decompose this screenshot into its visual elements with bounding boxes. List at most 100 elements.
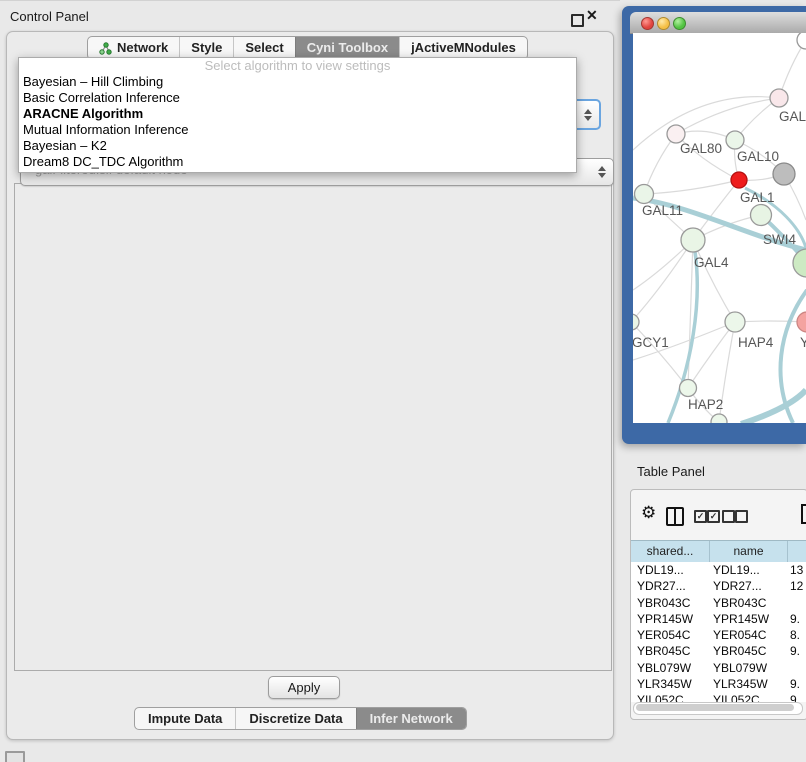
network-canvas[interactable]: GAL GAL80 GAL10 GAL1 GAL11 SWI4 GAL4 GCY… (633, 33, 806, 423)
cell[interactable]: YBR043C (631, 595, 709, 611)
zoom-traffic-light[interactable] (673, 17, 686, 30)
tab-network[interactable]: Network (88, 37, 179, 59)
minimize-traffic-light[interactable] (657, 17, 670, 30)
cell[interactable]: 12 (786, 578, 806, 594)
network-node-gal4[interactable] (681, 228, 705, 252)
cell[interactable]: YPR145W (631, 611, 709, 627)
close-traffic-light[interactable] (641, 17, 654, 30)
table-panel-title: Table Panel (637, 464, 705, 479)
cell[interactable]: YBL079W (709, 660, 786, 676)
table-hscrollbar[interactable] (633, 702, 803, 715)
cell[interactable]: YBR045C (709, 643, 786, 659)
tab-jactivemnodules[interactable]: jActiveMNodules (399, 37, 527, 59)
select-all-checkbox-icon[interactable]: ✓ (694, 510, 707, 523)
algorithm-dropdown-popup: Select algorithm to view settings Bayesi… (18, 57, 577, 173)
dropdown-item[interactable]: Basic Correlation Inference (19, 90, 576, 106)
cell[interactable]: YER054C (631, 627, 709, 643)
cell[interactable]: YPR145W (709, 611, 786, 627)
cell[interactable]: YDL19... (709, 562, 786, 578)
dropdown-item[interactable]: Bayesian – K2 (19, 138, 576, 154)
dropdown-placeholder: Select algorithm to view settings (19, 58, 576, 74)
network-node-hap2[interactable] (680, 380, 697, 397)
cell[interactable]: YER054C (709, 627, 786, 643)
cell[interactable] (786, 595, 806, 611)
cell[interactable]: 9. (786, 676, 806, 692)
cell[interactable]: YIL052C (631, 692, 709, 702)
screen: Control Panel ✕ Network Style Select Cyn… (0, 0, 806, 762)
node-label: HAP2 (688, 397, 723, 412)
cell[interactable]: YDL19... (631, 562, 709, 578)
cell[interactable]: YDR27... (631, 578, 709, 594)
table-row[interactable]: YBR045CYBR045C9. (631, 643, 806, 659)
network-node[interactable] (711, 414, 727, 423)
table-row[interactable]: YLR345WYLR345W9. (631, 676, 806, 692)
column-header-cutoff[interactable] (787, 541, 806, 562)
network-node-gal11[interactable] (635, 185, 654, 204)
cell[interactable]: YDR27... (709, 578, 786, 594)
tab-cyni-toolbox[interactable]: Cyni Toolbox (295, 37, 399, 59)
cell[interactable]: 9. (786, 611, 806, 627)
dropdown-item-selected[interactable]: ARACNE Algorithm (19, 106, 576, 122)
tab-style[interactable]: Style (179, 37, 233, 59)
table-row[interactable]: YIL052CYIL052C9. (631, 692, 806, 702)
minimized-panel-icon[interactable] (5, 751, 25, 762)
table-row[interactable]: YER054CYER054C8. (631, 627, 806, 643)
select-all-checkbox-icon[interactable]: ✓ (707, 510, 720, 523)
columns-icon[interactable] (666, 507, 684, 526)
cell[interactable]: YBR045C (631, 643, 709, 659)
tab-label: jActiveMNodules (411, 37, 516, 59)
cell[interactable]: YBL079W (631, 660, 709, 676)
network-node[interactable] (793, 249, 806, 277)
network-graph: GAL GAL80 GAL10 GAL1 GAL11 SWI4 GAL4 GCY… (633, 33, 806, 423)
deselect-all-checkbox-icon[interactable] (735, 510, 748, 523)
network-node-swi4[interactable] (751, 205, 772, 226)
cell[interactable]: 13 (786, 562, 806, 578)
cell[interactable]: YLR345W (709, 676, 786, 692)
float-window-icon[interactable] (571, 14, 584, 27)
table-row[interactable]: YDR27...YDR27...12 (631, 578, 806, 594)
table-row[interactable]: YBR043CYBR043C (631, 595, 806, 611)
network-window-titlebar[interactable] (630, 12, 806, 34)
dropdown-item[interactable]: Mutual Information Inference (19, 122, 576, 138)
dropdown-item[interactable]: Dream8 DC_TDC Algorithm (19, 154, 576, 170)
cut-off-toolbar-icon[interactable] (801, 504, 806, 524)
column-header-name[interactable]: name (709, 541, 787, 562)
table-row[interactable]: YPR145WYPR145W9. (631, 611, 806, 627)
cell[interactable] (786, 660, 806, 676)
network-node-gcy1[interactable] (633, 314, 639, 330)
table-hscrollbar-thumb[interactable] (636, 704, 794, 711)
deselect-all-checkbox-icon[interactable] (722, 510, 735, 523)
network-node-hap4[interactable] (725, 312, 745, 332)
tab-impute-data[interactable]: Impute Data (135, 708, 235, 729)
table-header: shared... name (631, 540, 806, 563)
close-icon[interactable]: ✕ (586, 7, 598, 24)
node-label: SWI4 (763, 232, 796, 247)
dropdown-item[interactable]: Bayesian – Hill Climbing (19, 74, 576, 90)
table-body: YDL19...YDL19...13 YDR27...YDR27...12 YB… (631, 562, 806, 702)
network-node[interactable] (770, 89, 788, 107)
network-node[interactable] (797, 312, 806, 332)
cell[interactable]: YLR345W (631, 676, 709, 692)
network-node-gal10[interactable] (726, 131, 744, 149)
apply-button[interactable]: Apply (268, 676, 340, 699)
network-node-selected-red[interactable] (731, 172, 747, 188)
column-header-shared[interactable]: shared... (631, 541, 709, 562)
tab-discretize-data[interactable]: Discretize Data (235, 708, 355, 729)
table-row[interactable]: YBL079WYBL079W (631, 660, 806, 676)
cell[interactable]: 9. (786, 643, 806, 659)
cell[interactable]: 8. (786, 627, 806, 643)
table-row[interactable]: YDL19...YDL19...13 (631, 562, 806, 578)
gear-icon[interactable]: ⚙ (641, 503, 656, 523)
cell[interactable]: 9. (786, 692, 806, 702)
node-label: GAL1 (740, 190, 775, 205)
network-node[interactable] (797, 33, 806, 49)
node-label: Y (800, 335, 806, 350)
cell[interactable]: YBR043C (709, 595, 786, 611)
node-label: GAL4 (694, 255, 729, 270)
control-panel-titlebar: Control Panel ✕ (0, 0, 620, 31)
network-node[interactable] (773, 163, 795, 185)
combo-arrows-icon (584, 109, 592, 121)
tab-select[interactable]: Select (233, 37, 294, 59)
tab-infer-network[interactable]: Infer Network (356, 708, 466, 729)
cell[interactable]: YIL052C (709, 692, 786, 702)
